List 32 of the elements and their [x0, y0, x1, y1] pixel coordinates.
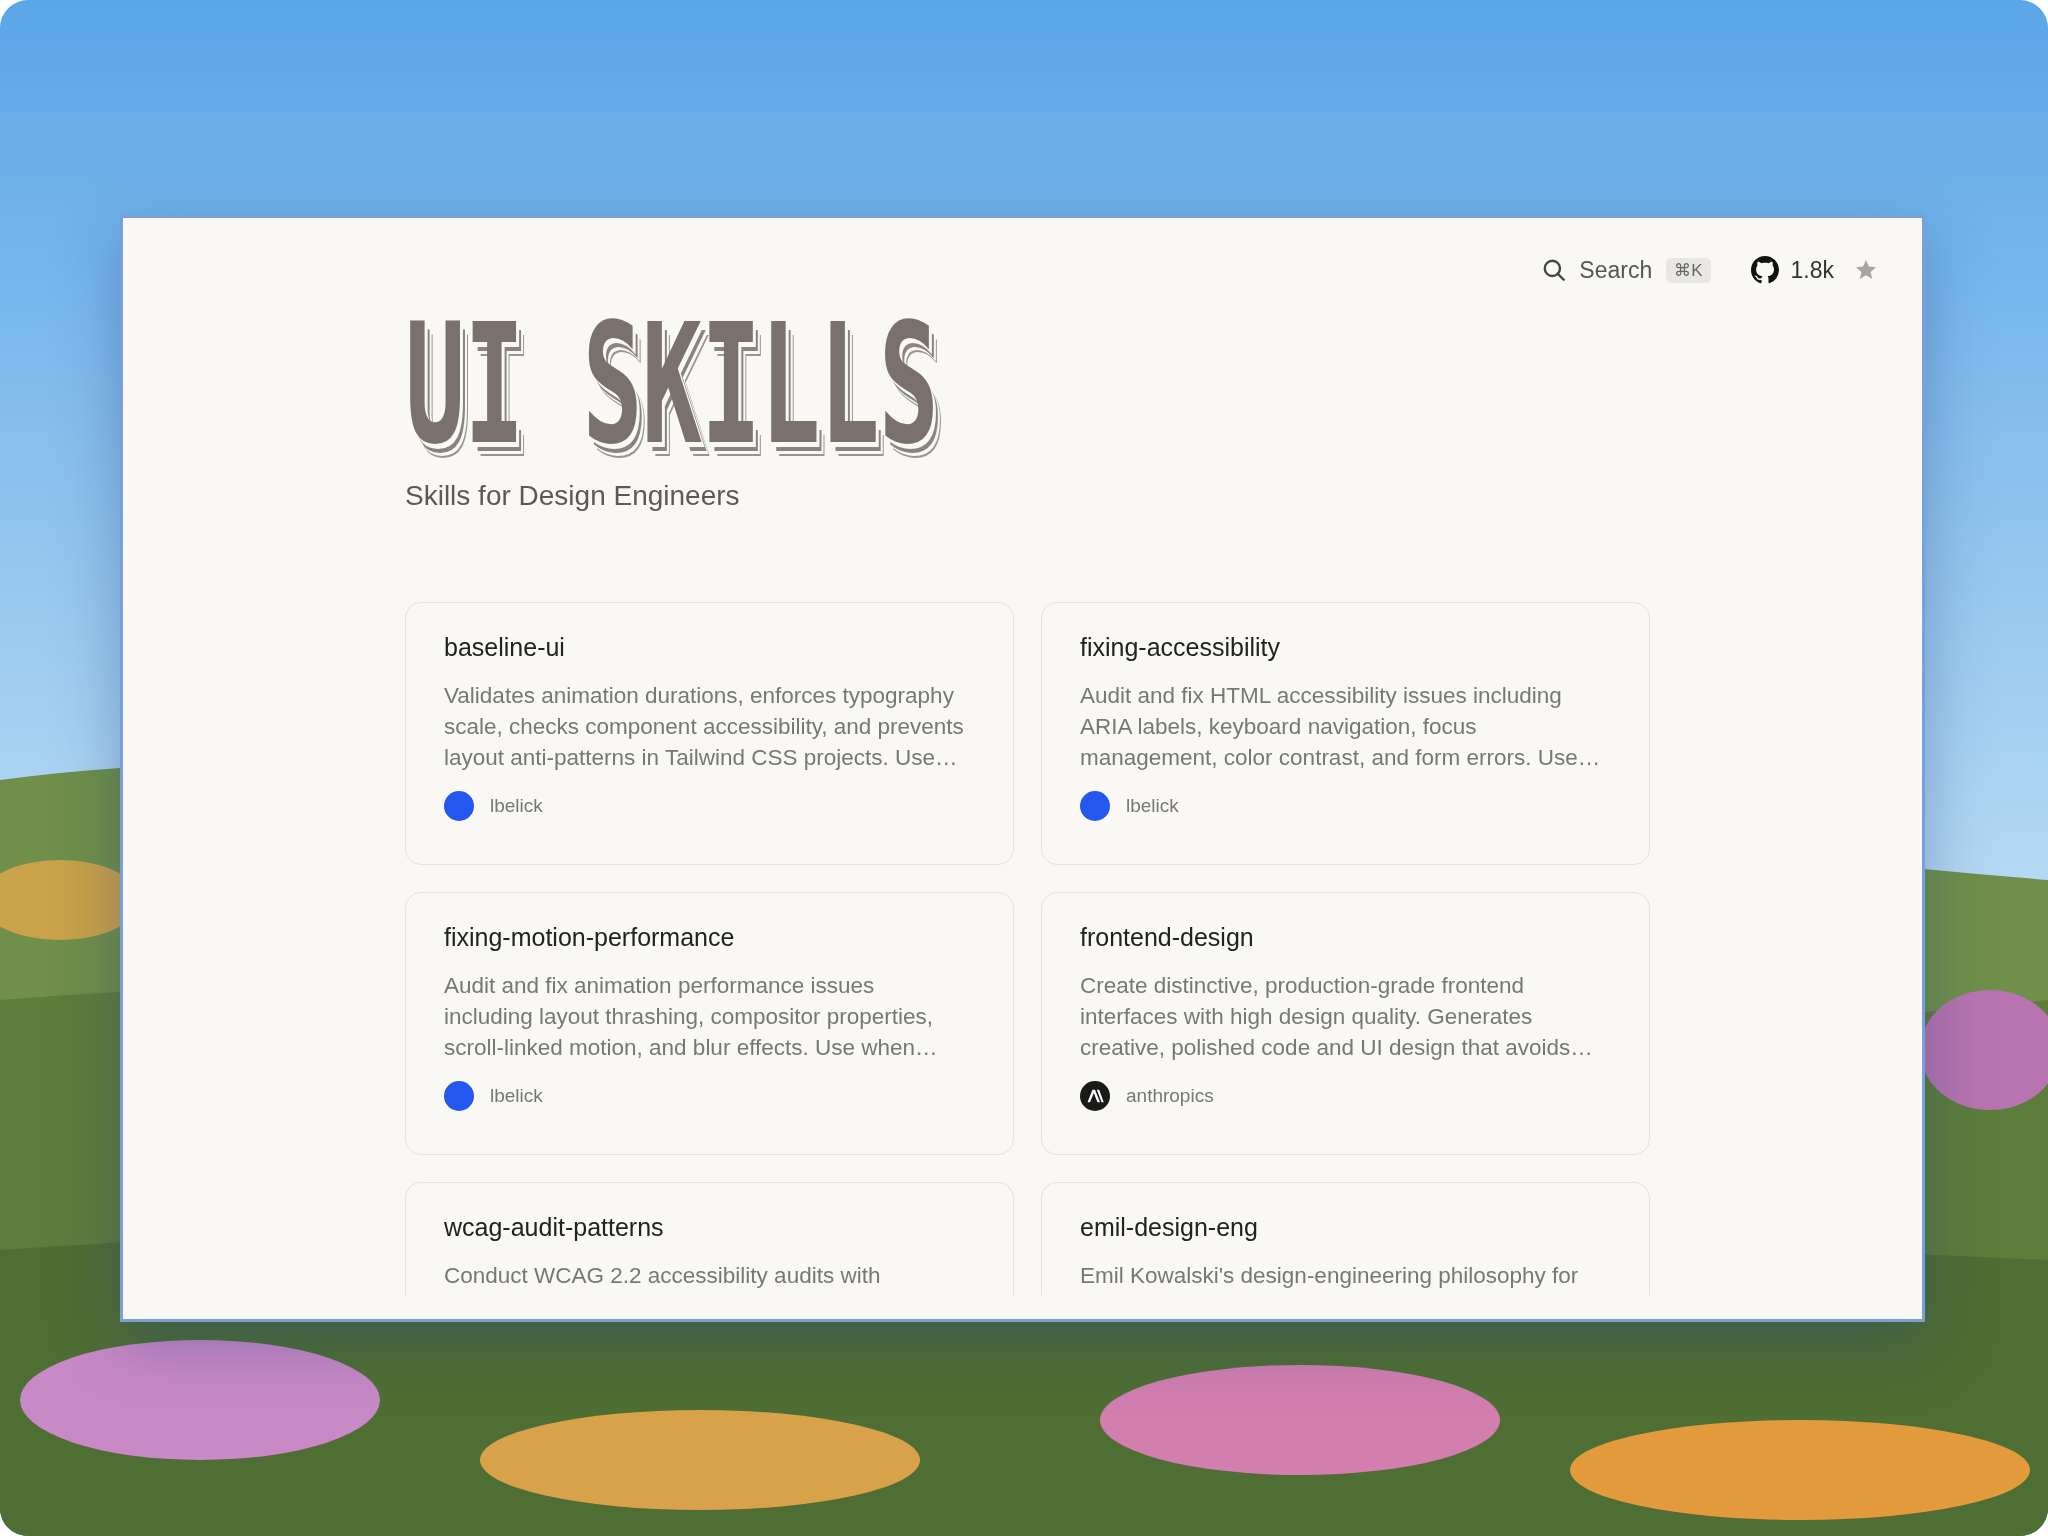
skill-description: Validates animation durations, enforces typography scale, checks component accessibility, and prevents layout anti-patterns in Tailwind CSS projects. Use… — [444, 682, 965, 772]
author-avatar — [444, 791, 474, 821]
keyboard-shortcut: ⌘K — [1666, 257, 1711, 283]
author-logo-icon — [1080, 1081, 1110, 1111]
github-icon — [1750, 256, 1779, 284]
skill-name: fixing-accessibility — [1080, 633, 1282, 662]
skill-name: baseline-ui — [444, 633, 566, 662]
skill-description: Conduct WCAG 2.2 accessibility audits with — [444, 1262, 882, 1290]
skill-card[interactable]: baseline-ui Validates animation durations, enforces typography scale, checks component accessibility, and prevents layout anti-patterns in Tailwind CSS projects. Use… lbelick — [405, 602, 1014, 865]
skill-description: Audit and fix HTML accessibility issues including ARIA labels, keyboard navigation, focus management, color contrast, and form errors. Use… — [1080, 682, 1602, 772]
skill-card[interactable]: wcag-audit-patterns Conduct WCAG 2.2 accessibility audits with — [405, 1182, 1014, 1295]
skill-description: Create distinctive, production-grade frontend interfaces with high design quality. Generates creative, polished code and UI design that avoids… — [1080, 972, 1594, 1062]
skill-card[interactable]: emil-design-eng Emil Kowalski's design-engineering philosophy for — [1041, 1182, 1650, 1295]
skill-description: Audit and fix animation performance issues including layout thrashing, compositor properties, scroll-linked motion, and blur effects. Use when… — [444, 972, 939, 1062]
author-name: lbelick — [1126, 795, 1179, 817]
skill-name: fixing-motion-performance — [444, 923, 736, 952]
author-avatar — [444, 1081, 474, 1111]
author-name: lbelick — [490, 1085, 543, 1107]
skill-card[interactable]: fixing-accessibility Audit and fix HTML accessibility issues including ARIA labels, keyboard navigation, focus management, color contrast, and form errors. Use… lbelick — [1041, 602, 1650, 865]
author-name: lbelick — [490, 795, 543, 817]
search-icon — [1541, 257, 1568, 283]
github-link[interactable]: 1.8k — [1750, 256, 1878, 284]
author-name: anthropics — [1126, 1085, 1214, 1107]
author-avatar — [1080, 791, 1110, 821]
subtitle: Skills for Design Engineers — [405, 480, 741, 512]
search-button[interactable]: Search — [1541, 256, 1653, 284]
skill-name: frontend-design — [1080, 923, 1255, 952]
skill-name: wcag-audit-patterns — [444, 1213, 665, 1242]
skill-description: Emil Kowalski's design-engineering philosophy for — [1080, 1262, 1580, 1290]
skill-card[interactable]: frontend-design Create distinctive, production-grade frontend interfaces with high design quality. Generates creative, polished code and UI design that avoids… anthropics — [1041, 892, 1650, 1155]
skill-name: emil-design-eng — [1080, 1213, 1259, 1242]
skill-card[interactable]: fixing-motion-performance Audit and fix animation performance issues including layout thrashing, compositor properties, scroll-linked motion, and blur effects. Use when… lbelick — [405, 892, 1014, 1155]
